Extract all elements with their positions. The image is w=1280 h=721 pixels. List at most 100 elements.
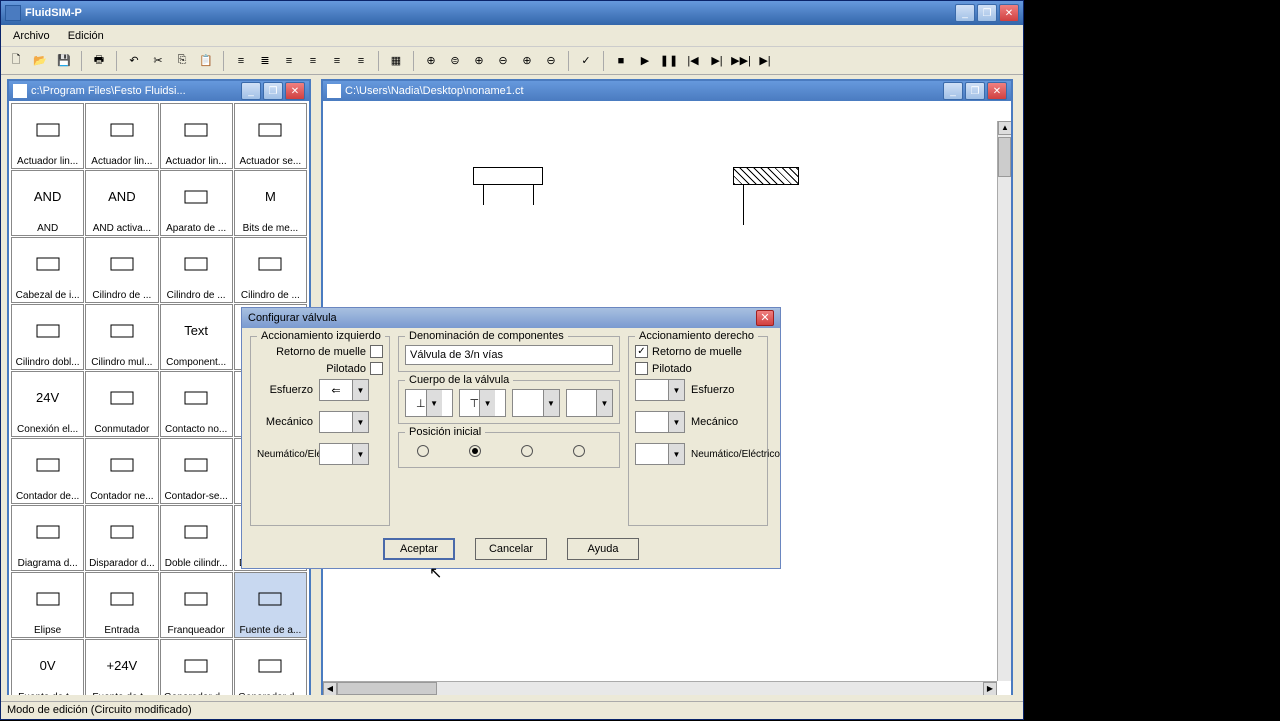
palette-item[interactable]: Cilindro mul... [85, 304, 158, 370]
palette-item[interactable]: Contacto no... [160, 371, 233, 437]
canvas-vscroll[interactable]: ▲ [997, 121, 1011, 681]
canvas-hscroll[interactable]: ◀ ▶ [323, 681, 997, 695]
zoom-fit-icon[interactable]: ⊕ [420, 50, 442, 72]
step-back-icon[interactable]: |◀ [682, 50, 704, 72]
left-mech-combo[interactable]: ▼ [319, 411, 369, 433]
maximize-button[interactable]: ❐ [977, 4, 997, 22]
palette-item[interactable]: Franqueador [160, 572, 233, 638]
copy-icon[interactable]: ⎘ [171, 50, 193, 72]
zoom-region-icon[interactable]: ⊕ [468, 50, 490, 72]
palette-item[interactable]: 0VFuente de t... [11, 639, 84, 695]
print-preview-icon[interactable]: 🖶 [88, 50, 110, 72]
palette-item[interactable]: Fuente de a... [234, 572, 307, 638]
align-bottom-icon[interactable]: ≡ [350, 50, 372, 72]
palette-item[interactable]: Cilindro de ... [234, 237, 307, 303]
cylinder-symbol-2[interactable] [733, 167, 799, 185]
palette-item[interactable]: 24VConexión el... [11, 371, 84, 437]
palette-item[interactable]: Doble cilindr... [160, 505, 233, 571]
palette-item[interactable]: ANDAND [11, 170, 84, 236]
left-pneu-combo[interactable]: ▼ [319, 443, 369, 465]
body-combo-3[interactable]: ▼ [512, 389, 560, 417]
palette-item[interactable]: Cilindro de ... [160, 237, 233, 303]
palette-item[interactable]: +24VFuente de t... [85, 639, 158, 695]
palette-item[interactable]: Cilindro dobl... [11, 304, 84, 370]
right-mech-combo[interactable]: ▼ [635, 411, 685, 433]
denomination-input[interactable] [405, 345, 613, 365]
save-icon[interactable]: 💾 [53, 50, 75, 72]
palette-item[interactable]: Diagrama d... [11, 505, 84, 571]
right-pneu-combo[interactable]: ▼ [635, 443, 685, 465]
right-spring-checkbox[interactable]: ✓ [635, 345, 648, 358]
cut-icon[interactable]: ✂ [147, 50, 169, 72]
palette-item[interactable]: Contador de... [11, 438, 84, 504]
check-icon[interactable]: ✓ [575, 50, 597, 72]
skip-fwd-icon[interactable]: ▶▶| [730, 50, 752, 72]
palette-minimize[interactable]: _ [241, 82, 261, 100]
palette-item[interactable]: Actuador lin... [11, 103, 84, 169]
palette-item[interactable]: TextComponent... [160, 304, 233, 370]
align-left-icon[interactable]: ≡ [230, 50, 252, 72]
zoom-prev-icon[interactable]: ⊖ [492, 50, 514, 72]
pos-radio-3[interactable] [521, 445, 533, 457]
menu-file[interactable]: Archivo [5, 28, 58, 44]
palette-item[interactable]: Actuador lin... [85, 103, 158, 169]
palette-item[interactable]: Cabezal de i... [11, 237, 84, 303]
left-effort-combo[interactable]: ⇐▼ [319, 379, 369, 401]
new-icon[interactable]: 🗋 [5, 50, 27, 72]
align-middle-icon[interactable]: ≡ [326, 50, 348, 72]
body-combo-2[interactable]: ⊤▼ [459, 389, 507, 417]
zoom-out-icon[interactable]: ⊖ [540, 50, 562, 72]
pos-radio-2[interactable] [469, 445, 481, 457]
zoom-100-icon[interactable]: ⊜ [444, 50, 466, 72]
ok-button[interactable]: Aceptar [383, 538, 455, 560]
stop-icon[interactable]: ■ [610, 50, 632, 72]
open-icon[interactable]: 📂 [29, 50, 51, 72]
cancel-button[interactable]: Cancelar [475, 538, 547, 560]
pos-radio-4[interactable] [573, 445, 585, 457]
palette-item[interactable]: Entrada [85, 572, 158, 638]
left-spring-checkbox[interactable] [370, 345, 383, 358]
dialog-close-button[interactable]: ✕ [756, 310, 774, 326]
cylinder-symbol-1[interactable] [473, 167, 543, 185]
right-piloted-checkbox[interactable] [635, 362, 648, 375]
palette-close[interactable]: ✕ [285, 82, 305, 100]
align-top-icon[interactable]: ≡ [302, 50, 324, 72]
step-fwd-icon[interactable]: ▶| [706, 50, 728, 72]
skip-end-icon[interactable]: ▶| [754, 50, 776, 72]
menu-edit[interactable]: Edición [60, 28, 112, 44]
palette-item[interactable]: Cilindro de ... [85, 237, 158, 303]
palette-item[interactable]: Disparador d... [85, 505, 158, 571]
close-button[interactable]: ✕ [999, 4, 1019, 22]
minimize-button[interactable]: _ [955, 4, 975, 22]
zoom-in-icon[interactable]: ⊕ [516, 50, 538, 72]
palette-item[interactable]: Actuador se... [234, 103, 307, 169]
palette-item[interactable]: Elipse [11, 572, 84, 638]
palette-item[interactable]: Aparato de ... [160, 170, 233, 236]
align-center-icon[interactable]: ≣ [254, 50, 276, 72]
palette-item[interactable]: Actuador lin... [160, 103, 233, 169]
canvas-minimize[interactable]: _ [943, 82, 963, 100]
play-icon[interactable]: ▶ [634, 50, 656, 72]
palette-maximize[interactable]: ❐ [263, 82, 283, 100]
palette-item[interactable]: MBits de me... [234, 170, 307, 236]
palette-item[interactable]: Contador ne... [85, 438, 158, 504]
palette-item[interactable]: Generador d... [160, 639, 233, 695]
help-button[interactable]: Ayuda [567, 538, 639, 560]
canvas-maximize[interactable]: ❐ [965, 82, 985, 100]
palette-item[interactable]: Contador-se... [160, 438, 233, 504]
undo-icon[interactable]: ↶ [123, 50, 145, 72]
paste-icon[interactable]: 📋 [195, 50, 217, 72]
align-right-icon[interactable]: ≡ [278, 50, 300, 72]
pos-radio-1[interactable] [417, 445, 429, 457]
palette-item[interactable]: Generador d... [234, 639, 307, 695]
body-combo-4[interactable]: ▼ [566, 389, 614, 417]
canvas-close[interactable]: ✕ [987, 82, 1007, 100]
pause-icon[interactable]: ❚❚ [658, 50, 680, 72]
right-effort-combo[interactable]: ▼ [635, 379, 685, 401]
grid-icon[interactable]: ▦ [385, 50, 407, 72]
body-combo-1[interactable]: ⊥▼ [405, 389, 453, 417]
palette-item[interactable]: Conmutador [85, 371, 158, 437]
left-piloted-checkbox[interactable] [370, 362, 383, 375]
mdi-area: c:\Program Files\Festo Fluidsi... _ ❐ ✕ … [1, 75, 1023, 721]
palette-item[interactable]: ANDAND activa... [85, 170, 158, 236]
